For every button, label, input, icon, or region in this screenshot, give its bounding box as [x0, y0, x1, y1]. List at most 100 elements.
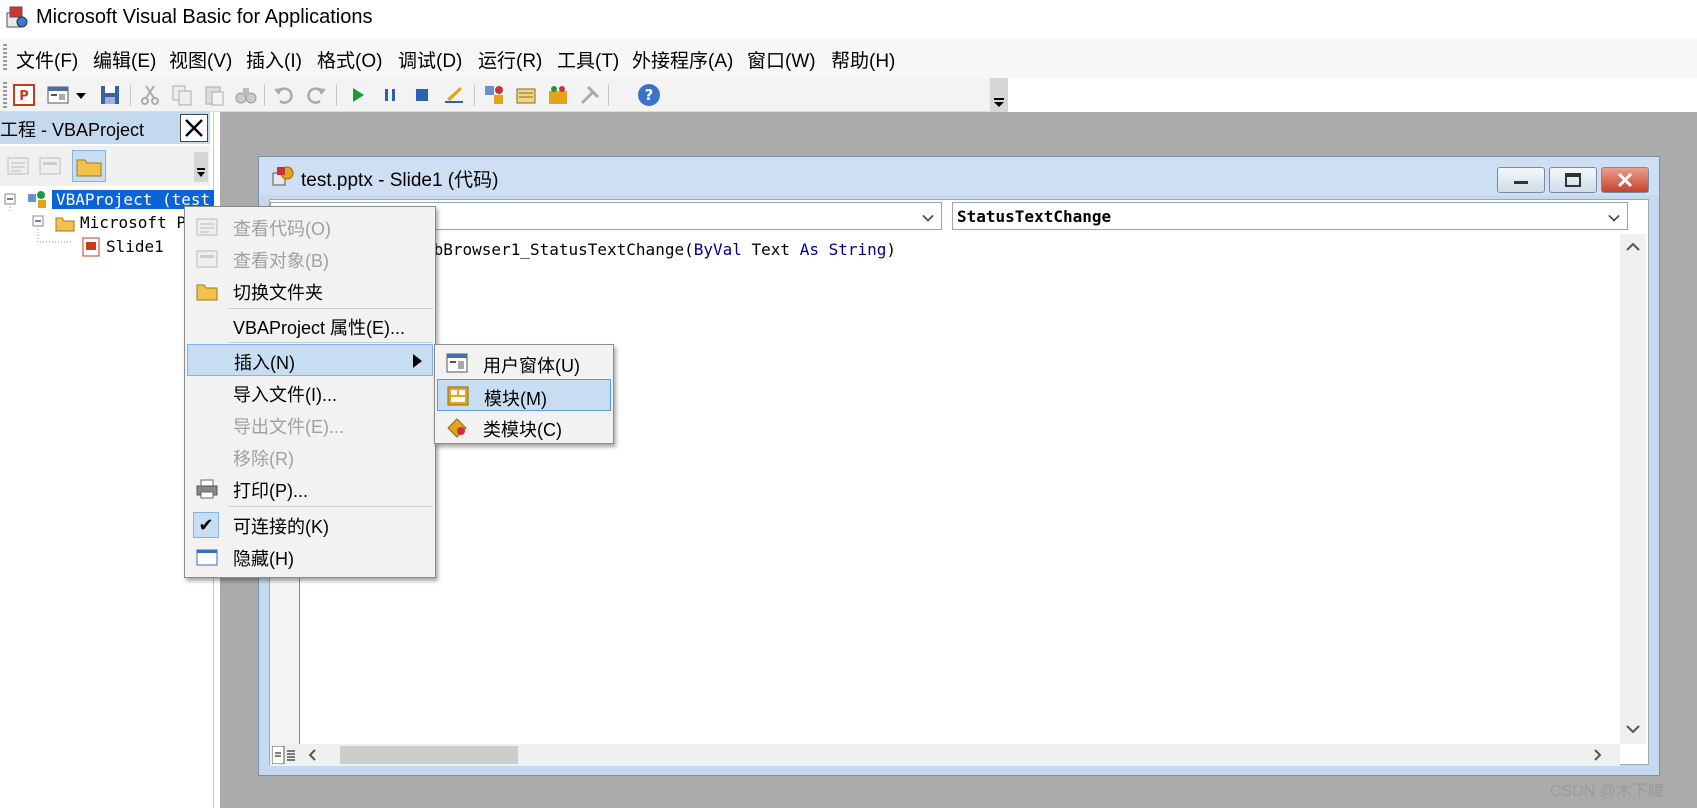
cut-icon[interactable]: [138, 83, 162, 107]
save-icon[interactable]: [98, 83, 122, 107]
menu-format[interactable]: 格式(O): [317, 46, 382, 73]
menu-item-label: 隐藏(H): [233, 549, 294, 569]
scroll-down-icon[interactable]: [1625, 722, 1641, 736]
menu-tools[interactable]: 工具(T): [557, 46, 619, 73]
menu-item-toggle-folders[interactable]: 切换文件夹: [187, 275, 433, 307]
menu-item-import-file[interactable]: 导入文件(I)...: [187, 377, 433, 409]
procedure-view-icon[interactable]: [272, 746, 298, 764]
tree-item-slide1[interactable]: Slide1: [106, 237, 164, 256]
app-title: Microsoft Visual Basic for Applications: [36, 6, 373, 28]
menu-item-userform[interactable]: 用户窗体(U): [437, 347, 611, 379]
toolbar-grip[interactable]: [3, 82, 7, 108]
userform-icon: [446, 353, 468, 373]
copy-icon[interactable]: [170, 83, 194, 107]
close-button[interactable]: [1601, 167, 1649, 193]
menu-addins[interactable]: 外接程序(A): [632, 46, 733, 73]
break-icon[interactable]: [378, 83, 402, 107]
chevron-down-icon[interactable]: [194, 152, 208, 182]
code-pane: StatusTextChange ebBrowser1_StatusTextCh…: [269, 199, 1649, 766]
toolbox-icon[interactable]: [578, 83, 602, 107]
menu-item-project-properties[interactable]: VBAProject 属性(E)...: [187, 310, 433, 342]
maximize-button[interactable]: [1549, 167, 1597, 193]
find-icon[interactable]: [234, 83, 258, 107]
class-module-icon: [447, 418, 467, 438]
close-icon: [1617, 172, 1633, 188]
tree-item-microsoft-powerpoint-objects[interactable]: Microsoft P: [80, 213, 186, 232]
menu-insert[interactable]: 插入(I): [246, 46, 302, 73]
insert-userform-icon[interactable]: [46, 83, 70, 107]
paste-icon[interactable]: [202, 83, 226, 107]
run-icon[interactable]: [346, 83, 370, 107]
project-panel-title: 工程 - VBAProject: [0, 120, 145, 140]
menu-item-label: 插入(N): [234, 353, 295, 373]
code-keyword: As: [799, 240, 819, 259]
menu-separator: [229, 342, 433, 343]
project-explorer-icon[interactable]: [482, 83, 506, 107]
view-code-icon[interactable]: [6, 154, 30, 178]
menu-item-module[interactable]: 模块(M): [437, 379, 611, 411]
menu-item-export-file[interactable]: 导出文件(E)...: [187, 409, 433, 441]
menu-item-dockable[interactable]: ✔ 可连接的(K): [187, 509, 433, 541]
menu-run[interactable]: 运行(R): [478, 46, 542, 73]
menu-item-remove[interactable]: 移除(R): [187, 441, 433, 473]
menu-item-class-module[interactable]: 类模块(C): [437, 411, 611, 443]
view-object-icon: [196, 250, 218, 268]
dropdown-arrow-icon[interactable]: [74, 83, 88, 107]
properties-icon[interactable]: [514, 83, 538, 107]
scroll-left-icon[interactable]: [306, 748, 320, 762]
view-buttons: [270, 744, 300, 766]
vba-app-icon: [6, 6, 28, 28]
title-bar: Microsoft Visual Basic for Applications: [0, 0, 1697, 36]
slide-icon: [82, 237, 100, 257]
menubar-grip[interactable]: [3, 44, 7, 72]
code-text: ): [886, 240, 897, 259]
code-module-icon: [272, 166, 294, 186]
menu-item-label: VBAProject 属性(E)...: [233, 318, 406, 338]
menu-view[interactable]: 视图(V): [169, 46, 232, 73]
scroll-right-icon[interactable]: [1590, 748, 1604, 762]
reset-icon[interactable]: [410, 83, 434, 107]
menu-item-view-code[interactable]: 查看代码(O): [187, 211, 433, 243]
horizontal-scrollbar[interactable]: [300, 744, 1620, 766]
folder-icon: [196, 284, 218, 301]
powerpoint-view-icon[interactable]: P: [12, 83, 36, 107]
design-mode-icon[interactable]: [442, 83, 466, 107]
horizontal-scroll-thumb[interactable]: [340, 746, 518, 764]
code-text: ebBrowser1_StatusTextChange(: [424, 240, 694, 259]
menu-item-print[interactable]: 打印(P)...: [187, 473, 433, 505]
chevron-down-icon: [1608, 210, 1620, 222]
code-line[interactable]: ebBrowser1_StatusTextChange(ByVal Text A…: [424, 240, 896, 259]
toolbar-overflow-button[interactable]: [990, 78, 1008, 112]
undo-icon[interactable]: [272, 83, 296, 107]
close-icon[interactable]: [180, 114, 208, 142]
menu-item-insert[interactable]: 插入(N): [187, 344, 433, 376]
menu-help[interactable]: 帮助(H): [831, 46, 895, 73]
hide-window-icon: [196, 549, 218, 566]
minimize-button[interactable]: [1497, 167, 1545, 193]
insert-submenu: 用户窗体(U) 模块(M) 类模块(C): [434, 344, 614, 444]
help-icon[interactable]: ?: [637, 83, 661, 107]
view-object-icon[interactable]: [38, 154, 62, 178]
code-window-titlebar[interactable]: test.pptx - Slide1 (代码): [259, 157, 1659, 195]
code-editor[interactable]: ebBrowser1_StatusTextChange(ByVal Text A…: [300, 234, 1620, 744]
scroll-up-icon[interactable]: [1625, 240, 1641, 254]
toolbar-separator: [264, 84, 265, 106]
menu-debug[interactable]: 调试(D): [398, 46, 462, 73]
menu-window[interactable]: 窗口(W): [747, 46, 816, 73]
menu-separator: [229, 506, 433, 507]
checkmark-icon: ✔: [193, 512, 219, 538]
chevron-down-icon: [994, 98, 1004, 107]
object-browser-icon[interactable]: [546, 83, 570, 107]
menu-item-hide[interactable]: 隐藏(H): [187, 541, 433, 573]
view-code-icon: [196, 218, 218, 236]
menu-edit[interactable]: 编辑(E): [93, 46, 156, 73]
menu-item-view-object[interactable]: 查看对象(B): [187, 243, 433, 275]
menu-file[interactable]: 文件(F): [16, 46, 78, 73]
toggle-folders-button[interactable]: [72, 150, 106, 182]
vertical-scrollbar[interactable]: [1620, 234, 1646, 744]
redo-icon[interactable]: [304, 83, 328, 107]
menu-item-label: 切换文件夹: [233, 283, 323, 303]
submenu-arrow-icon: [413, 354, 422, 368]
procedure-combobox[interactable]: StatusTextChange: [952, 202, 1628, 230]
